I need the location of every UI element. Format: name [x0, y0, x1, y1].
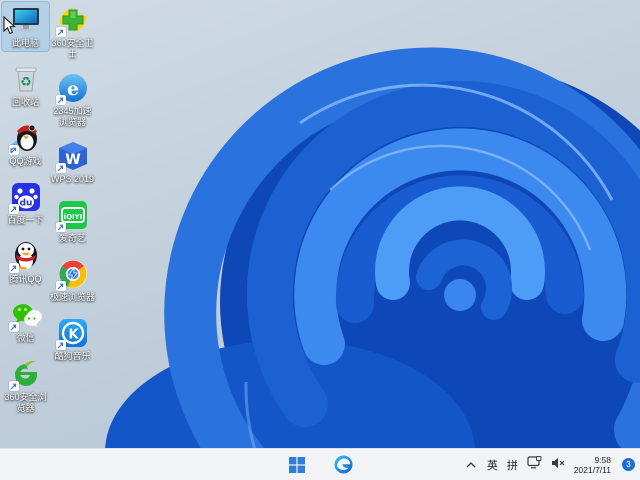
desktop-icon-column-2: 360安全卫士 e 2345加速浏览器 W WPS 2019 iQIYI 爱奇艺… — [49, 2, 96, 374]
clock[interactable]: 9:58 2021/7/11 — [574, 455, 611, 475]
icon-label: 百度一下 — [7, 215, 44, 225]
icon-label: 2345加速浏览器 — [53, 106, 92, 127]
notification-badge[interactable]: 3 — [622, 458, 635, 471]
svg-text:K: K — [68, 328, 79, 343]
baidu-icon: du — [8, 181, 42, 214]
svg-text:e: e — [66, 78, 78, 100]
shortcut-arrow-icon — [8, 322, 19, 332]
icon-label: 360安全浏览器 — [4, 392, 47, 413]
qq-games-icon — [8, 122, 42, 155]
desktop-icon-kugou-music[interactable]: K 酷狗音乐 — [49, 315, 96, 364]
kugou-music-icon: K — [55, 317, 89, 350]
desktop-icon-extreme-browser[interactable]: 极速浏览器 — [49, 256, 96, 305]
shortcut-arrow-icon — [8, 263, 19, 273]
icon-label: 爱奇艺 — [58, 233, 86, 243]
360-safe-browser-icon — [8, 358, 42, 391]
icon-label: WPS 2019 — [50, 174, 95, 184]
icon-label: 360安全卫士 — [51, 38, 94, 59]
shortcut-arrow-icon — [55, 95, 66, 105]
ethernet-network-icon — [527, 455, 542, 468]
shortcut-arrow-icon — [8, 381, 19, 391]
icon-label: 微信 — [16, 333, 35, 343]
shortcut-arrow-icon — [8, 204, 19, 214]
start-button[interactable] — [284, 452, 310, 478]
clock-time: 9:58 — [594, 454, 611, 465]
recycle-bin-icon: ♻ — [10, 63, 42, 95]
svg-text:du: du — [19, 199, 32, 209]
icon-label: 极速浏览器 — [49, 292, 95, 302]
icon-label: 此电脑 — [11, 38, 39, 48]
network-tray-button[interactable] — [527, 455, 542, 474]
taskbar: 英 拼 9:58 2021/7/11 3 — [0, 448, 640, 480]
icon-label: 腾讯QQ — [9, 274, 42, 284]
desktop-icon-iqiyi[interactable]: iQIYI 爱奇艺 — [49, 197, 96, 246]
desktop-icon-baidu[interactable]: du 百度一下 — [2, 179, 49, 228]
ime-indicator-pinyin[interactable]: 拼 — [507, 457, 518, 473]
shortcut-arrow-icon — [55, 27, 66, 37]
wechat-icon — [8, 299, 42, 332]
speaker-muted-icon — [551, 457, 565, 468]
desktop-icon-recycle-bin[interactable]: ♻ 回收站 — [2, 61, 49, 110]
360-safe-guard-icon — [55, 4, 89, 37]
system-tray: 英 拼 9:58 2021/7/11 3 — [464, 449, 635, 480]
ime-indicator-english[interactable]: 英 — [487, 457, 498, 473]
edge-taskbar-button[interactable] — [330, 452, 356, 478]
volume-tray-button[interactable] — [551, 456, 565, 474]
clock-date: 2021/7/11 — [573, 464, 611, 475]
desktop-icon-qq-games[interactable]: QQ游戏 — [2, 120, 49, 169]
2345-browser-icon: e — [55, 72, 89, 105]
extreme-browser-icon — [55, 258, 89, 291]
desktop-icon-this-pc[interactable]: 此电脑 — [1, 1, 50, 52]
desktop-icon-column-1: 此电脑 ♻ 回收站 QQ游戏 du 百度一下 腾讯QQ 微信 360安全浏览器 — [1, 1, 50, 424]
shortcut-arrow-icon — [8, 145, 19, 155]
wallpaper-windows11-bloom — [0, 0, 640, 480]
svg-text:♻: ♻ — [20, 75, 32, 90]
icon-label: 酷狗音乐 — [54, 351, 91, 361]
desktop-icon-360-safe-browser[interactable]: 360安全浏览器 — [2, 356, 49, 414]
shortcut-arrow-icon — [55, 163, 66, 173]
shortcut-arrow-icon — [55, 222, 66, 232]
desktop-icon-360-safe-guard[interactable]: 360安全卫士 — [49, 2, 96, 60]
shortcut-arrow-icon — [55, 340, 66, 350]
svg-text:iQIYI: iQIYI — [63, 213, 82, 221]
iqiyi-icon: iQIYI — [55, 199, 89, 232]
wps-2019-icon: W — [55, 140, 89, 173]
desktop-icon-2345-browser[interactable]: e 2345加速浏览器 — [49, 70, 96, 128]
windows-logo-icon — [289, 456, 305, 473]
this-pc-icon — [10, 4, 42, 36]
taskbar-center-icons — [284, 449, 356, 480]
svg-text:W: W — [65, 152, 80, 168]
desktop-icon-wps-2019[interactable]: W WPS 2019 — [49, 138, 96, 187]
hidden-icons-chevron[interactable] — [464, 449, 478, 480]
desktop-icon-tencent-qq[interactable]: 腾讯QQ — [2, 238, 49, 287]
chevron-up-icon — [466, 461, 476, 467]
tencent-qq-icon — [8, 240, 42, 273]
icon-label: 回收站 — [11, 97, 39, 107]
desktop-icon-wechat[interactable]: 微信 — [2, 297, 49, 346]
icon-label: QQ游戏 — [9, 156, 42, 166]
shortcut-arrow-icon — [55, 281, 66, 291]
edge-icon — [334, 455, 352, 474]
